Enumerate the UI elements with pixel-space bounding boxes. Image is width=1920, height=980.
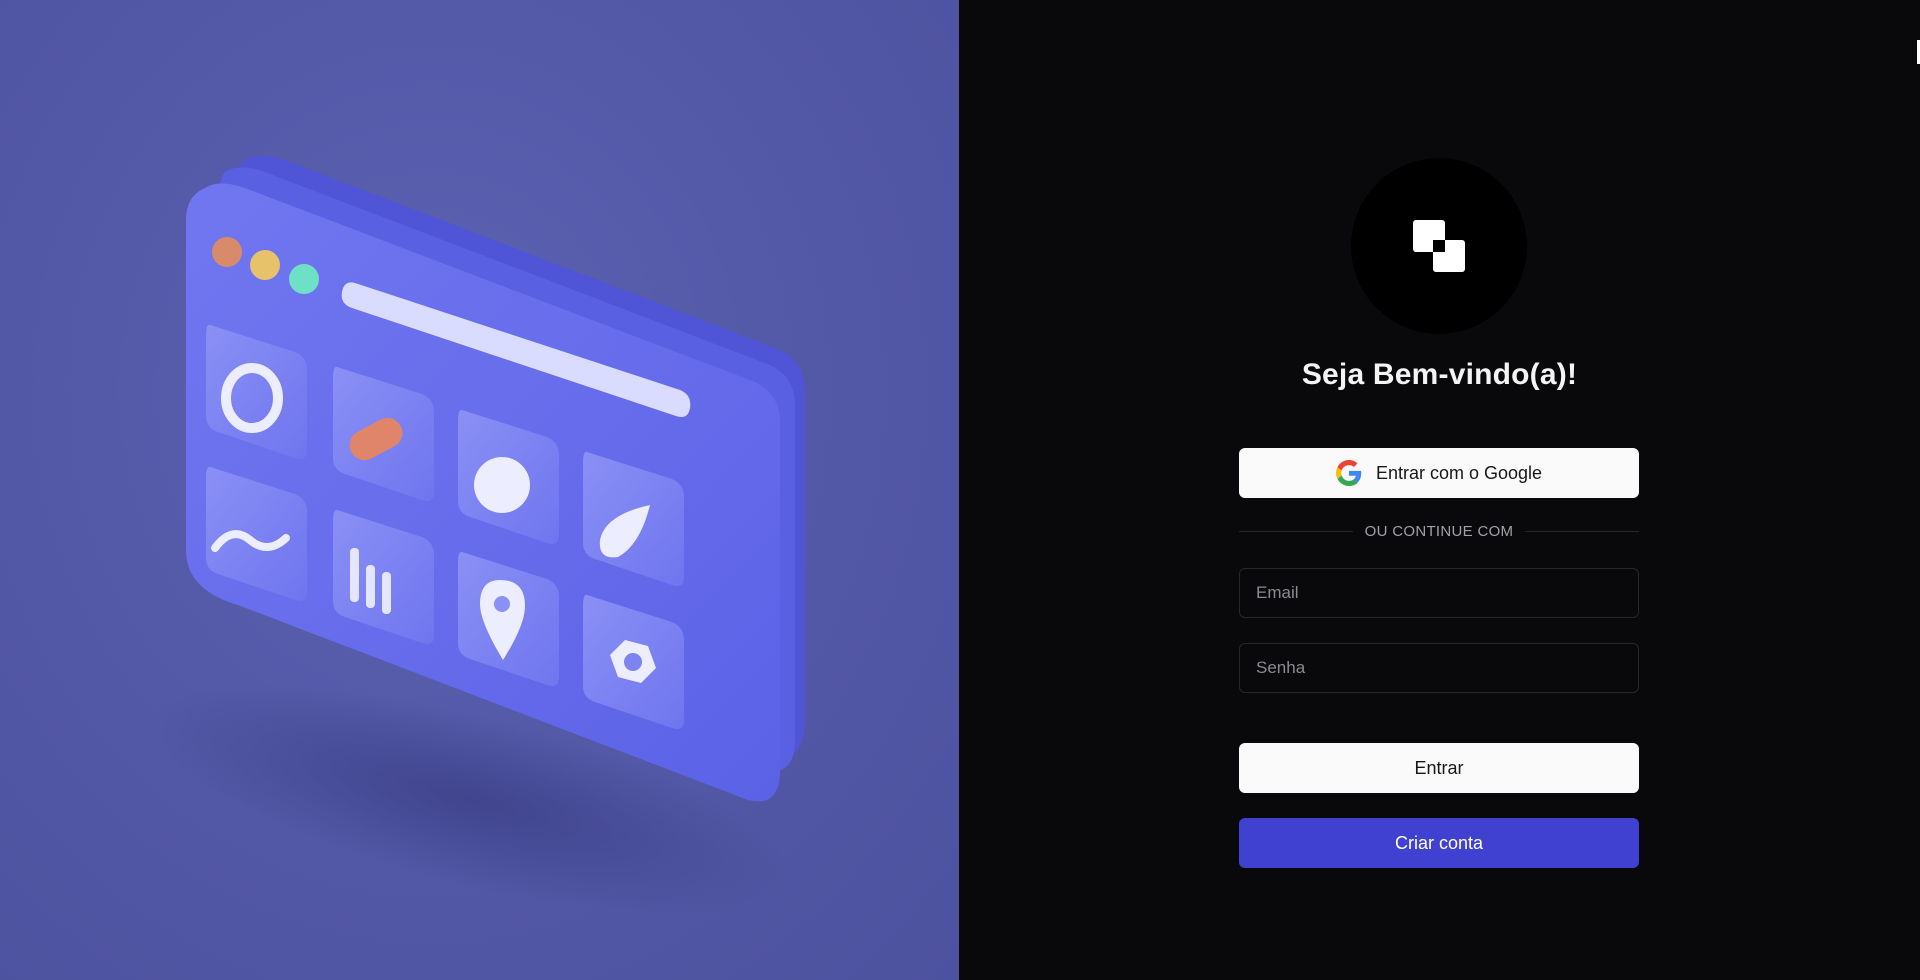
google-button-label: Entrar com o Google <box>1375 462 1543 483</box>
create-account-button[interactable]: Criar conta <box>1239 818 1639 868</box>
divider-line-right <box>1525 530 1640 532</box>
password-field[interactable] <box>1239 643 1639 693</box>
page-title: Seja Bem-vindo(a)! <box>1301 358 1578 391</box>
3d-dashboard-illustration <box>149 155 805 915</box>
dot-yellow <box>250 250 280 280</box>
login-panel: Seja Bem-vindo(a)! Entrar com o Google O… <box>959 0 1920 980</box>
email-field[interactable] <box>1239 568 1639 618</box>
login-button[interactable]: Entrar <box>1239 743 1639 793</box>
overlapping-squares-icon <box>1413 220 1465 272</box>
divider: OU CONTINUE COM <box>1239 520 1640 542</box>
dot-red <box>212 237 242 267</box>
divider-line-left <box>1239 530 1353 532</box>
google-signin-button[interactable]: Entrar com o Google <box>1239 448 1639 498</box>
illustration-panel <box>0 0 959 980</box>
dot-green <box>289 264 319 294</box>
google-icon <box>1335 460 1362 486</box>
app-logo <box>1351 158 1527 334</box>
divider-text: OU CONTINUE COM <box>1364 522 1514 540</box>
